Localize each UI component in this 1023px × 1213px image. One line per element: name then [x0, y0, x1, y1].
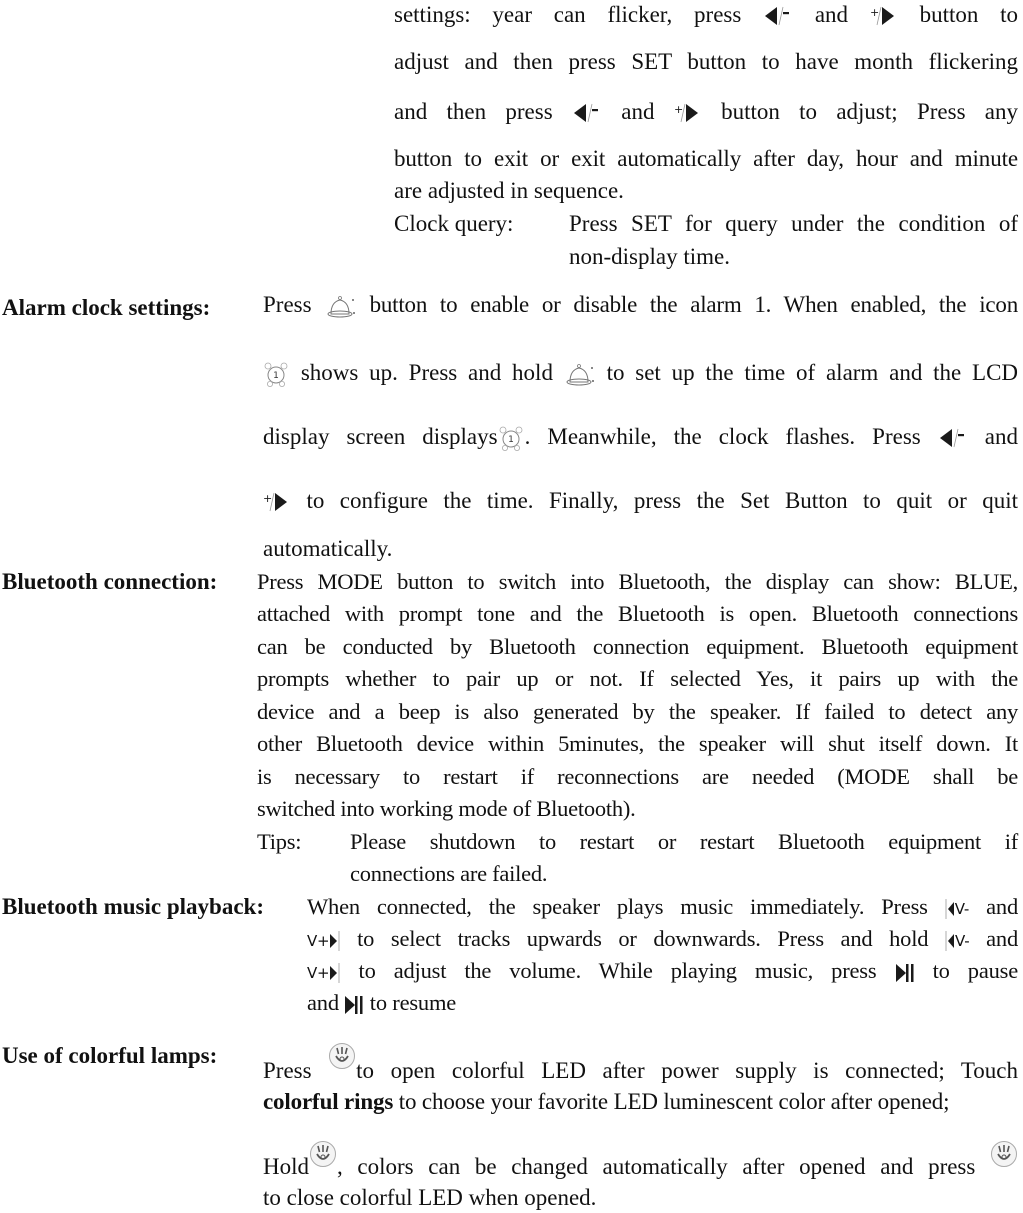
date-settings-line-1: settings: year can flicker, press and bu… [394, 2, 1019, 27]
alarm-bell-icon [325, 294, 357, 320]
bt-tips-label: Tips: [257, 829, 302, 854]
svg-text:1: 1 [508, 435, 514, 445]
play-pause-icon [895, 962, 915, 984]
bluetooth-connection-label: Bluetooth connection: [2, 569, 218, 594]
music-line-3: V+ to adjust the volume. While playing m… [307, 958, 1019, 984]
volume-down-prev-icon [945, 898, 955, 920]
plus-next-icon [869, 6, 898, 27]
bt-line: switched into working mode of Bluetooth)… [257, 796, 636, 821]
lamps-line-2: colorful rings to choose your favorite L… [263, 1089, 950, 1114]
led-light-icon [309, 1140, 337, 1168]
alarm-line-2: 1 shows up. Press and hold to set up the… [263, 360, 1018, 388]
plus-next-icon [263, 492, 291, 513]
bt-line: Press MODE button to switch into Bluetoo… [257, 569, 1018, 594]
play-pause-icon [344, 994, 364, 1016]
alarm-line-3: display screen displays 1. Meanwhile, the… [263, 424, 1018, 452]
bt-tips-line-2: connections are failed. [350, 861, 548, 886]
date-settings-line-3: and then press and button to adjust; Pre… [394, 99, 1019, 124]
colorful-lamps-label: Use of colorful lamps: [2, 1043, 218, 1068]
bt-line: is necessary to restart if reconnections… [257, 764, 1018, 789]
bt-tips-line-1: Please shutdown to restart or restart Bl… [350, 829, 1018, 854]
svg-text:1: 1 [273, 371, 279, 381]
prev-minus-icon [938, 428, 968, 449]
alarm-section-label: Alarm clock settings: [2, 295, 211, 320]
alarm-line-4: to configure the time. Finally, press th… [263, 488, 1018, 514]
alarm-1-icon: 1 [498, 425, 525, 452]
music-line-1: When connected, the speaker plays music … [307, 894, 1018, 920]
alarm-line-1: Press button to enable or disable the al… [263, 292, 1018, 320]
clock-query-line-2: non-display time. [569, 244, 730, 269]
prev-minus-icon [763, 6, 793, 27]
volume-up-next-icon [329, 962, 340, 984]
bt-line: other Bluetooth device within 5minutes, … [257, 731, 1018, 756]
clock-query-label: Clock query: [394, 211, 514, 236]
bt-line: prompts whether to pair up or not. If se… [257, 666, 1018, 691]
lamps-line-1: Press to open colorful LED after power s… [263, 1042, 1018, 1084]
plus-next-icon [673, 103, 702, 124]
date-settings-line-5: are adjusted in sequence. [394, 178, 624, 203]
led-light-icon [990, 1140, 1018, 1168]
alarm-line-5: automatically. [263, 536, 393, 561]
volume-up-next-icon [329, 930, 340, 952]
prev-minus-icon [572, 103, 602, 124]
alarm-bell-icon [564, 362, 596, 388]
volume-down-prev-icon [945, 930, 955, 952]
bt-line: attached with prompt tone and the Blueto… [257, 601, 1018, 626]
lamps-line-3: Hold, colors can be changed automaticall… [263, 1140, 1018, 1180]
bt-line: device and a beep is also generated by t… [257, 699, 1018, 724]
date-settings-line-2: adjust and then press SET button to have… [394, 49, 1018, 74]
bluetooth-music-label: Bluetooth music playback: [2, 894, 264, 919]
music-line-4: and to resume [307, 990, 457, 1016]
clock-query-line-1: Press SET for query under the condition … [569, 211, 1018, 236]
lamps-line-4: to close colorful LED when opened. [263, 1185, 597, 1210]
date-settings-line-4: button to exit or exit automatically aft… [394, 146, 1018, 171]
music-line-2: V+ to select tracks upwards or downwards… [307, 926, 1018, 952]
alarm-1-icon: 1 [263, 361, 290, 388]
bt-line: can be conducted by Bluetooth connection… [257, 634, 1018, 659]
led-light-icon [328, 1042, 356, 1070]
